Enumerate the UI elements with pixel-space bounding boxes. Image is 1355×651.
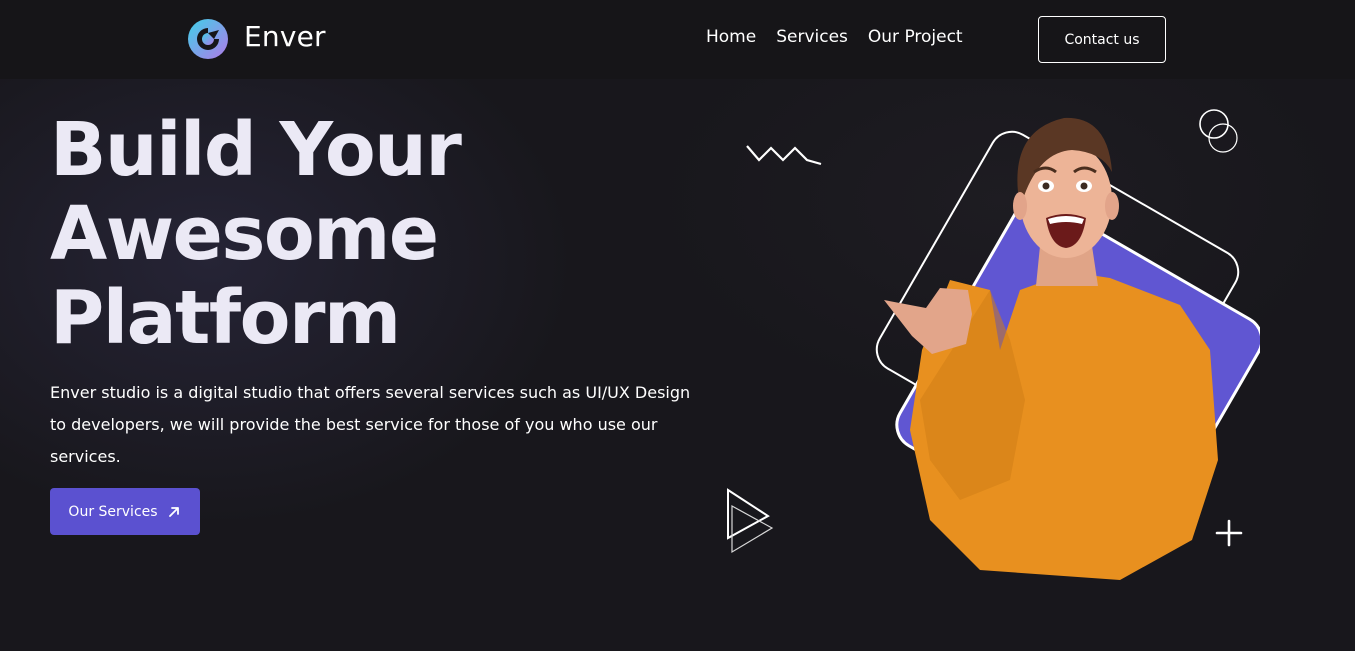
nav-link-home[interactable]: Home [706,27,756,47]
hero-title-line-1: Build Your [50,107,462,193]
main-nav: Home Services Our Project [706,27,963,47]
play-triangle-icon [727,488,774,554]
our-services-button[interactable]: Our Services [50,488,200,535]
enver-logo-icon[interactable] [187,18,229,60]
hero-description: Enver studio is a digital studio that of… [50,383,691,466]
hero-title-line-2: Awesome [50,191,439,277]
hero-title: Build Your Awesome Platform [50,108,570,360]
zigzag-icon [746,145,822,166]
contact-us-button[interactable]: Contact us [1038,16,1166,63]
arrow-up-right-icon [168,506,179,517]
navbar: Enver Home Services Our Project Contact … [0,0,1355,79]
nav-link-services[interactable]: Services [776,27,848,47]
hero-title-line-3: Platform [50,275,401,361]
nav-link-our-project[interactable]: Our Project [868,27,963,47]
brand-name[interactable]: Enver [244,20,326,53]
our-services-button-label: Our Services [68,503,158,520]
hero-person-image [875,117,1260,580]
